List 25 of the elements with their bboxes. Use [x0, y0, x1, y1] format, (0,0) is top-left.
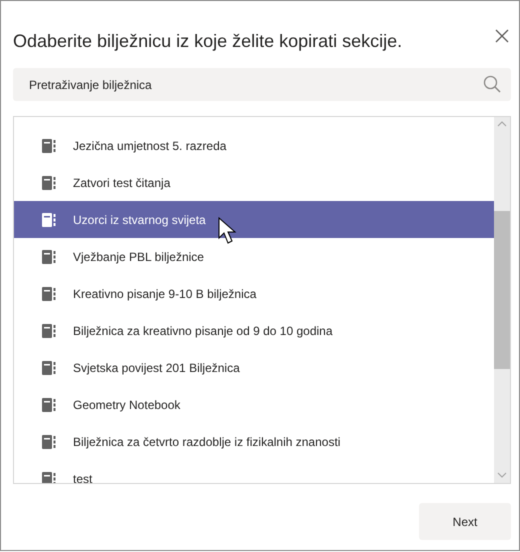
notebook-icon: [42, 138, 56, 152]
search-icon: [483, 75, 501, 93]
notebook-icon: [42, 212, 56, 226]
notebook-item[interactable]: Svjetska povijest 201 Bilježnica: [14, 349, 494, 386]
notebook-item[interactable]: Zatvori test čitanja: [14, 164, 494, 201]
notebook-icon: [42, 176, 56, 190]
notebook-item[interactable]: test: [14, 460, 494, 483]
notebook-icon: [42, 434, 56, 448]
notebook-icon: [42, 398, 56, 412]
dialog-title: Odaberite bilježnicu iz koje želite kopirati sekcije.: [13, 30, 402, 52]
notebook-item[interactable]: Kreativno pisanje 9-10 B bilježnica: [14, 275, 494, 312]
notebook-item[interactable]: Bilježnica za četvrto razdoblje iz fizikalnih znanosti: [14, 423, 494, 460]
notebook-icon: [42, 250, 56, 264]
notebook-icon: [42, 286, 56, 300]
notebook-item[interactable]: Vježbanje PBL bilježnice: [14, 238, 494, 275]
notebook-item[interactable]: Jezična umjetnost 5. razreda: [14, 127, 494, 164]
close-button[interactable]: [495, 29, 509, 43]
next-button[interactable]: Next: [419, 503, 511, 540]
notebook-item[interactable]: Uzorci iz stvarnog svijeta: [14, 201, 494, 238]
notebook-icon: [42, 472, 56, 483]
notebook-icon: [42, 324, 56, 338]
notebook-icon: [42, 360, 56, 374]
search-field[interactable]: Pretraživanje bilježnica: [13, 68, 511, 101]
notebook-item[interactable]: Bilježnica za kreativno pisanje od 9 do 10 godina: [14, 312, 494, 349]
notebook-item[interactable]: Geometry Notebook: [14, 386, 494, 423]
